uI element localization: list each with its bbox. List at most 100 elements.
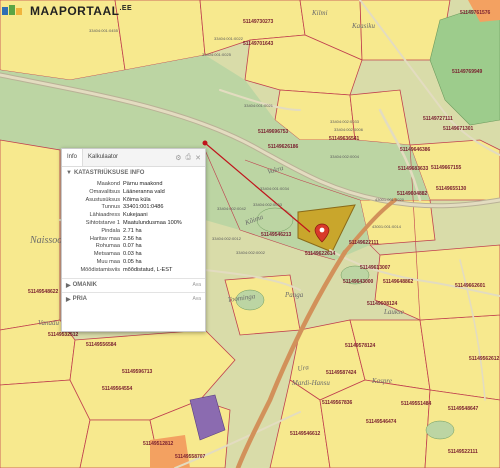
parcel-id-label: 51149551484 (401, 401, 432, 407)
info-row-value: 2.56 ha (123, 235, 142, 242)
parcel-id-label: 51149613007 (360, 265, 391, 271)
parcel-id-label: 51149622111 (349, 240, 379, 246)
parcel-id-label: 51149636541 (329, 136, 360, 142)
parcel-id-label: 51149556584 (86, 342, 117, 348)
pria-open-link[interactable]: Ava (192, 296, 201, 302)
parcel-id-label: 51149567836 (322, 400, 353, 406)
place-name-label: Laukse (383, 308, 404, 316)
parcel-id-label: 51149596713 (122, 369, 153, 375)
parcel-id-label: 51149662601 (455, 283, 486, 289)
info-row-key: Pindala (101, 227, 120, 234)
parcel-id-label: 51149532512 (48, 332, 79, 338)
panel-tabs: Info Kalkulaator ⚙ ⎙ ✕ (62, 149, 205, 167)
info-row-key: Rohumaa (95, 243, 120, 250)
logo-text: MAAPORTAAL.EE (30, 4, 133, 18)
parcel-id-label: 51149548647 (448, 406, 479, 412)
parcel-id-label: 51149643000 (343, 279, 374, 285)
parcel-id-label: 51149578124 (345, 343, 376, 349)
info-row: Metsamaa 0.03 ha (62, 251, 205, 259)
expand-arrow-icon: ▶ (66, 296, 71, 303)
close-icon[interactable]: ✕ (195, 154, 201, 162)
info-row-value: 0.05 ha (123, 258, 142, 265)
orange-parcel-bottom (150, 435, 190, 468)
cadastral-code-label: 33404:002:0004 (330, 154, 360, 159)
parcel-id-label: 51149730273 (243, 19, 274, 25)
info-row-key: Sihtotstarve 1 (85, 219, 120, 226)
parcel-id-label: 51149622614 (305, 251, 336, 257)
place-name-label: Naissoo (29, 235, 62, 246)
cadastral-code-label: 33404:002:0042 (217, 206, 247, 211)
cadastral-code-label: 43001:001:0020 (375, 197, 405, 202)
cadastral-info-panel: Info Kalkulaator ⚙ ⎙ ✕ ▼ KATASTRIÜKSUSE … (61, 148, 206, 332)
cadastral-code-label: 33404:002:0003 (253, 202, 283, 207)
owner-title: OMANIK (72, 282, 97, 289)
cadastral-code-label: 33404:002:0033 (330, 119, 360, 124)
info-row: Pindala 2.71 ha (62, 228, 205, 236)
place-name-label: Panga (284, 291, 304, 299)
measurement-start-point[interactable] (202, 140, 208, 146)
info-row-value: mõõdistatud, L-EST (123, 266, 173, 273)
info-row: Asustusüksus Kõima küla (62, 197, 205, 205)
tab-kalkulaator[interactable]: Kalkulaator (83, 149, 123, 166)
parcel-id-label: 51149727111 (423, 116, 453, 122)
cadastral-code-label: 33404:001:0455 (89, 28, 119, 33)
parcel-id-label: 51149671301 (443, 126, 474, 132)
place-name-label: Kaasiku (351, 22, 375, 30)
info-row: Omavalitsus Lääneranna vald (62, 189, 205, 197)
info-row: Haritav maa 2.56 ha (62, 236, 205, 244)
cadastral-code-label: 33404:001:0021 (244, 103, 274, 108)
parcel-id-label: 51149546213 (261, 232, 292, 238)
parcel-id-label: 51149701643 (243, 41, 274, 47)
info-row-key: Mõõdistamisviis (80, 266, 120, 273)
info-row: Tunnus 33401:001:0486 (62, 204, 205, 212)
parcel-id-label: 51149626186 (268, 144, 299, 150)
collapse-arrow-icon: ▼ (66, 170, 72, 176)
print-icon[interactable]: ⎙ (186, 154, 192, 162)
parcel-id-label: 51149587424 (326, 370, 357, 376)
section-title: KATASTRIÜKSUSE INFO (73, 170, 145, 176)
cadastral-code-label: 33404:001:0025 (202, 52, 232, 57)
place-name-label: Kilmi (311, 9, 328, 17)
section-omanik[interactable]: ▶ OMANIK Ava (62, 279, 205, 292)
info-row: Mõõdistamisviis mõõdistatud, L-EST (62, 267, 205, 275)
parcel-id-label: 51149608124 (367, 301, 398, 307)
info-row-value: Pärnu maakond (123, 181, 163, 187)
parcel-id-label: 51149546474 (366, 419, 397, 425)
info-row-value: Kõima küla (123, 196, 151, 203)
info-row-key: Omavalitsus (89, 188, 120, 195)
maaportaal-logo-icon (2, 5, 22, 15)
parcel-id-label: 51149512812 (143, 441, 174, 447)
place-name-label: Mardi-Hansu (291, 379, 330, 387)
info-row-value: 2.71 ha (123, 227, 142, 234)
info-row-value: 33401:001:0486 (123, 204, 164, 211)
place-name-label: Vanadu (38, 319, 60, 327)
info-row-key: Haritav maa (89, 235, 120, 242)
parcel-id-label: 51149558707 (175, 454, 206, 460)
info-row-key: Asustusüksus (85, 196, 120, 203)
info-row-value: Kukejaani (123, 212, 148, 219)
info-row: Rohumaa 0.07 ha (62, 243, 205, 251)
info-row-key: Tunnus (101, 204, 120, 211)
parcel-id-label: 51149646386 (400, 147, 431, 153)
info-row: Lähiaadress Kukejaani (62, 212, 205, 220)
parcel-id-label: 51149564554 (102, 386, 133, 392)
info-row-value: 0.03 ha (123, 251, 142, 258)
cadastral-code-label: 33404:001:0022 (214, 36, 244, 41)
cadastral-code-label: 33404:002:0006 (334, 127, 364, 132)
parcel-id-label: 51149562612 (469, 356, 500, 362)
section-pria[interactable]: ▶ PRIA Ava (62, 293, 205, 306)
parcel-id-label: 51149769949 (452, 69, 483, 75)
thumb-icon[interactable]: ⚙ (175, 154, 181, 162)
parcel-id-label: 51149546612 (290, 431, 321, 437)
parcel-id-label: 51149648862 (383, 279, 414, 285)
section-katastriyksuse-info[interactable]: ▼ KATASTRIÜKSUSE INFO (62, 167, 205, 179)
info-row: Maakond Pärnu maakond (62, 181, 205, 189)
tab-info[interactable]: Info (62, 149, 84, 166)
info-row: Muu maa 0.05 ha (62, 259, 205, 267)
maaportaal-logo[interactable]: MAAPORTAAL.EE (2, 4, 132, 18)
pria-title: PRIA (72, 296, 87, 303)
owner-open-link[interactable]: Ava (192, 282, 201, 288)
info-row-key: Lähiaadress (89, 212, 120, 219)
parcel-id-label: 51149683633 (398, 166, 429, 172)
info-rows: Maakond Pärnu maakond Omavalitsus Läänerann… (62, 179, 205, 278)
